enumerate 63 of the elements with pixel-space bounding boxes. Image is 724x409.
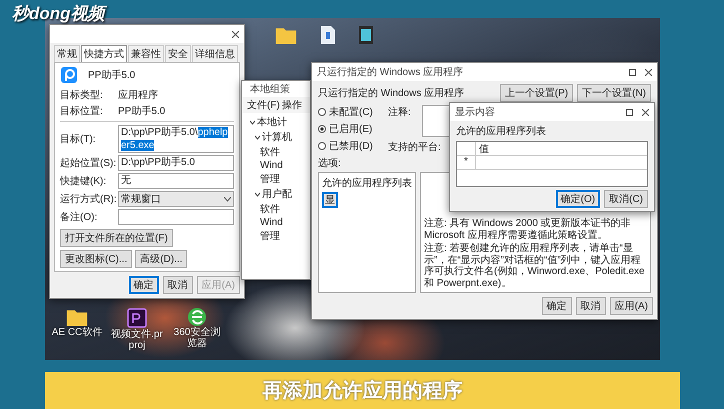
platform-label: 支持的平台: bbox=[388, 140, 441, 154]
tree-item[interactable]: 管理 bbox=[260, 172, 280, 186]
text-field[interactable]: D:\pp\PP助手5.0\pphelper5.exe bbox=[118, 125, 234, 153]
action-button[interactable]: 打开文件所在的位置(F) bbox=[60, 229, 173, 247]
desktop-icon-label[interactable]: AE CC软件 bbox=[52, 328, 102, 338]
tab[interactable]: 快捷方式 bbox=[81, 45, 127, 62]
field-value: PP助手5.0 bbox=[118, 104, 166, 118]
tree-item[interactable]: 软件 bbox=[260, 202, 280, 216]
menu-item[interactable]: 文件(F) bbox=[247, 98, 280, 112]
field-value: 应用程序 bbox=[118, 88, 158, 102]
tree-item[interactable]: 计算机 bbox=[262, 130, 292, 144]
tab[interactable]: 兼容性 bbox=[128, 45, 164, 62]
field-label: 目标位置: bbox=[60, 104, 104, 118]
list-label: 允许的应用程序列表 bbox=[455, 124, 547, 139]
tree-item[interactable]: 管理 bbox=[260, 229, 280, 243]
window-title: 本地组策 bbox=[250, 84, 290, 95]
policy-heading: 只运行指定的 Windows 应用程序 bbox=[318, 86, 464, 100]
tab[interactable]: 安全 bbox=[165, 45, 191, 62]
text-field[interactable]: 无 bbox=[118, 173, 234, 189]
caption-text: 再添加允许应用的程序 bbox=[262, 378, 462, 404]
dropdown[interactable]: 常规窗口 bbox=[118, 191, 234, 207]
radio-label[interactable]: 未配置(C) bbox=[329, 105, 373, 119]
field-label: 目标(T): bbox=[60, 132, 97, 146]
menu-item[interactable]: 操作 bbox=[282, 98, 302, 112]
app-name: PP助手5.0 bbox=[88, 68, 136, 82]
show-button[interactable]: 显 bbox=[322, 192, 338, 208]
tree-item[interactable]: 软件 bbox=[260, 145, 280, 159]
radio-label[interactable]: 已禁用(D) bbox=[329, 139, 373, 153]
nav-button[interactable]: 上一个设置(P) bbox=[500, 84, 574, 102]
field-label: 快捷键(K): bbox=[60, 174, 108, 188]
nav-button[interactable]: 下一个设置(N) bbox=[577, 84, 651, 102]
column-header[interactable]: 值 bbox=[476, 142, 647, 155]
tree-item[interactable]: 用户配 bbox=[262, 187, 292, 201]
tab[interactable]: 常规 bbox=[54, 45, 80, 62]
desktop-icon-label[interactable]: 360安全浏览器 bbox=[169, 328, 225, 349]
tree-item[interactable]: Wind bbox=[260, 160, 283, 171]
dialog-button[interactable]: 确定 bbox=[542, 297, 572, 315]
comment-label: 注释: bbox=[388, 106, 412, 120]
help-text: 注意: 具有 Windows 2000 或更新版本证书的非 Microsoft 应用程序需要遵循此策略设置。 bbox=[424, 218, 632, 241]
logo-text: 秒dong视频 bbox=[12, 4, 108, 24]
field-label: 备注(O): bbox=[60, 210, 98, 224]
option-label: 允许的应用程序列表 bbox=[322, 176, 412, 190]
radio-label[interactable]: 已启用(E) bbox=[329, 122, 372, 136]
dialog-button[interactable]: 确定(O) bbox=[556, 190, 600, 208]
field-label: 目标类型: bbox=[60, 88, 104, 102]
tab[interactable]: 详细信息 bbox=[192, 45, 238, 62]
action-button[interactable]: 高级(D)... bbox=[135, 250, 188, 268]
dialog-button[interactable]: 取消 bbox=[162, 276, 193, 294]
options-label: 选项: bbox=[317, 156, 342, 171]
dialog-button[interactable]: 确定 bbox=[128, 276, 159, 294]
field-label: 起始位置(S): bbox=[60, 156, 118, 170]
help-text: 注意: 若要创建允许的应用程序列表，请单击“显示”，在“显示内容”对话框的“值”列中，键入应用程序可执行文件名(例如，Winword.exe、Poledit.exe 和 Powerpnt.exe)。 bbox=[424, 243, 646, 289]
tree-item[interactable]: 本地计 bbox=[257, 115, 287, 129]
action-button[interactable]: 更改图标(C)... bbox=[60, 250, 132, 268]
tree-item[interactable]: Wind bbox=[260, 217, 283, 228]
window-title: 显示内容 bbox=[455, 106, 495, 119]
text-field[interactable]: D:\pp\PP助手5.0 bbox=[118, 155, 234, 171]
window-title: 只运行指定的 Windows 应用程序 bbox=[317, 66, 464, 79]
dialog-button[interactable]: 应用(A) bbox=[610, 297, 653, 315]
field-label: 运行方式(R): bbox=[60, 192, 118, 206]
dialog-button[interactable]: 取消(C) bbox=[604, 190, 648, 208]
dialog-button[interactable]: 取消 bbox=[576, 297, 606, 315]
desktop-icon-label[interactable]: 视频文件.prproj bbox=[109, 330, 165, 351]
